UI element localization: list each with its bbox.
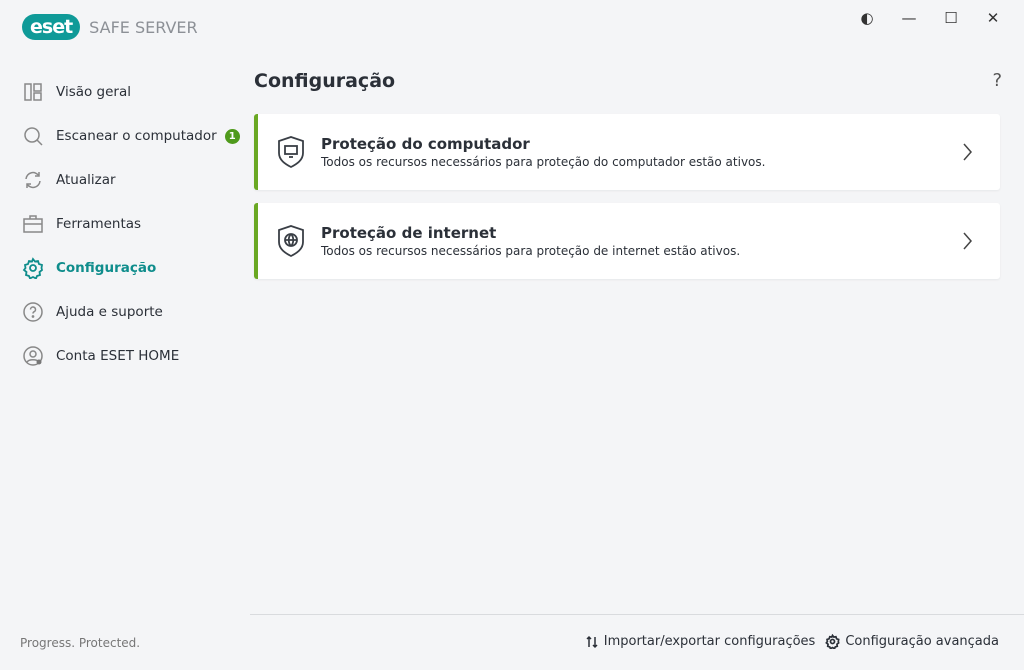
sidebar-item-overview[interactable]: Visão geral — [22, 70, 240, 114]
help-icon — [23, 302, 43, 322]
footer-divider — [250, 614, 1024, 615]
sidebar-item-tools[interactable]: Ferramentas — [22, 202, 240, 246]
card-title: Proteção de internet — [321, 224, 497, 242]
account-icon — [23, 346, 43, 366]
sidebar-item-label: Visão geral — [56, 84, 131, 100]
chevron-right-icon — [963, 232, 972, 250]
gear-icon — [22, 257, 44, 279]
sidebar-item-account[interactable]: Conta ESET HOME — [22, 334, 240, 378]
maximize-button[interactable]: ☐ — [930, 8, 972, 28]
sidebar-item-scan[interactable]: Escanear o computador 1 — [22, 114, 240, 158]
import-export-icon — [586, 635, 598, 648]
sidebar-item-label: Atualizar — [56, 172, 116, 188]
page-title: Configuração — [254, 70, 396, 92]
sidebar-item-label: Ferramentas — [56, 216, 142, 232]
import-export-button[interactable]: Importar/exportar configurações — [585, 634, 816, 649]
shield-globe-icon — [278, 225, 304, 258]
help-button[interactable]: ? — [992, 70, 1002, 91]
sidebar-item-label: Ajuda e suporte — [56, 304, 163, 320]
tagline: Progress. Protected. — [20, 636, 141, 650]
sidebar-item-help[interactable]: Ajuda e suporte — [22, 290, 240, 334]
card-computer-protection[interactable]: Proteção do computador Todos os recursos … — [254, 114, 1000, 190]
minimize-button[interactable]: — — [888, 8, 930, 28]
card-title: Proteção do computador — [321, 135, 530, 153]
close-button[interactable]: ✕ — [972, 8, 1014, 28]
logo-badge: eset — [22, 14, 81, 40]
advanced-setup-button[interactable]: Configuração avançada — [825, 634, 999, 649]
product-name: SAFE SERVER — [89, 17, 198, 37]
footer-actions: Importar/exportar configurações Configur… — [585, 634, 999, 649]
gear-icon — [825, 634, 840, 649]
card-internet-protection[interactable]: Proteção de internet Todos os recursos ne… — [254, 203, 1000, 279]
sidebar-item-label: Conta ESET HOME — [56, 348, 180, 364]
refresh-icon — [25, 171, 41, 189]
card-description: Todos os recursos necessários para prote… — [321, 155, 766, 169]
briefcase-icon — [23, 215, 43, 233]
eset-logo: eset SAFE SERVER — [22, 14, 198, 40]
notification-badge: 1 — [224, 128, 240, 144]
sidebar-item-label: Configuração — [56, 260, 157, 276]
import-export-label: Importar/exportar configurações — [603, 634, 816, 649]
sidebar-item-update[interactable]: Atualizar — [22, 158, 240, 202]
sidebar-item-setup[interactable]: Configuração — [22, 246, 240, 290]
theme-toggle-icon[interactable]: ◐ — [846, 8, 888, 28]
sidebar-item-label: Escanear o computador — [56, 128, 217, 144]
dashboard-icon — [24, 83, 42, 101]
shield-computer-icon — [278, 136, 304, 169]
chevron-right-icon — [963, 143, 972, 161]
card-description: Todos os recursos necessários para prote… — [321, 244, 741, 258]
window-controls: ◐ — ☐ ✕ — [846, 8, 1014, 28]
search-icon — [24, 127, 43, 146]
sidebar: Visão geral Escanear o computador 1 Atua… — [22, 70, 240, 378]
advanced-setup-label: Configuração avançada — [845, 634, 999, 649]
